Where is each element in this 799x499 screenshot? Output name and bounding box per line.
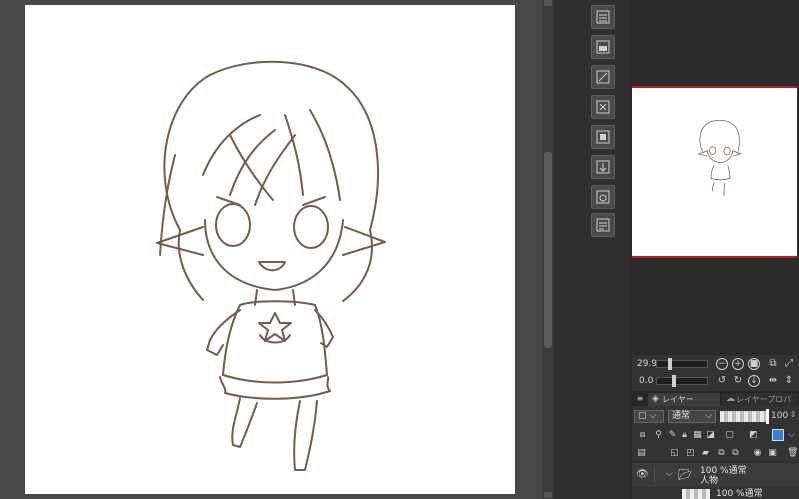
reset-rotation-icon[interactable]: ↓: [748, 375, 760, 387]
zoom-in-icon[interactable]: +: [732, 358, 744, 370]
vector-layer-icon: [596, 70, 610, 84]
lock-transparency-icon[interactable]: ▦: [692, 430, 703, 441]
eye-icon[interactable]: 👁︎: [636, 469, 649, 480]
create-mask-icon[interactable]: ◉: [752, 448, 763, 459]
layer-row[interactable]: 👁︎ ⌵ 📂︎ 100 %通常 人物: [632, 463, 799, 487]
new-folder-button[interactable]: [591, 35, 615, 59]
scrollbar-thumb[interactable]: [544, 152, 552, 348]
scroll-up-arrow-icon[interactable]: [544, 0, 552, 6]
layer-row[interactable]: 100 %通常: [632, 487, 799, 499]
scroll-down-arrow-icon[interactable]: [544, 492, 552, 498]
drawing-canvas[interactable]: [25, 5, 515, 494]
tab-layer-property[interactable]: ☁ レイヤープロパティ: [722, 393, 798, 417]
tab-layer[interactable]: ◈ レイヤー: [648, 393, 720, 406]
new-folder-icon[interactable]: ▰: [700, 448, 711, 459]
new-raster-layer-icon[interactable]: ◱: [669, 448, 680, 459]
layer-name: 人物: [700, 476, 719, 486]
rotation-slider-knob[interactable]: [672, 375, 676, 387]
zoom-slider-knob[interactable]: [668, 358, 672, 370]
selection-layer-icon[interactable]: ▢: [724, 430, 735, 441]
fit-screen-icon[interactable]: ⤢: [783, 358, 795, 370]
fit-window-icon[interactable]: ⧉: [767, 358, 779, 370]
blend-mode-value: 通常: [672, 411, 691, 421]
layer-list-view-icon[interactable]: ▤: [636, 448, 647, 459]
merge-down-icon[interactable]: ⧉: [730, 448, 741, 459]
opacity-value[interactable]: 100: [771, 411, 788, 421]
blend-mode-dropdown[interactable]: 通常 ⌵: [668, 410, 716, 423]
zoom-value[interactable]: 29.9: [637, 359, 657, 369]
opacity-slider[interactable]: [720, 411, 768, 422]
navigator-thumbnail: [697, 120, 742, 197]
new-raster-layer-button[interactable]: [591, 5, 615, 29]
rotate-right-icon[interactable]: ↻: [732, 375, 744, 387]
layer-icon: [596, 10, 610, 24]
chevron-down-icon: ⌵: [705, 411, 712, 421]
layer-mask-button[interactable]: [591, 125, 615, 149]
new-vector-layer-icon[interactable]: ◰: [685, 448, 696, 459]
new-vector-layer-button[interactable]: [591, 65, 615, 89]
opacity-slider-knob[interactable]: [766, 409, 769, 424]
transform-icon: [596, 100, 610, 114]
reference-icon[interactable]: ⚲: [653, 430, 664, 441]
camera-icon: [596, 190, 610, 204]
layer-color-swatch[interactable]: [772, 429, 784, 441]
flip-vertical-icon[interactable]: ⇕: [783, 375, 795, 387]
ruler-icon[interactable]: ◩: [748, 430, 759, 441]
merge-layer-button[interactable]: [591, 155, 615, 179]
zoom-out-icon[interactable]: −: [716, 358, 728, 370]
property-icon: ☁: [726, 394, 735, 404]
clip-layer-icon[interactable]: ⧈: [637, 430, 648, 441]
layer-mask-icon: [596, 130, 610, 144]
flip-horizontal-icon[interactable]: ⇹: [767, 375, 779, 387]
copy-layer-icon[interactable]: ⧉: [716, 448, 727, 459]
layer-folder-icon: [596, 40, 610, 54]
reference-layer-button[interactable]: [591, 213, 615, 237]
mask-toggle-icon[interactable]: ◪: [705, 430, 716, 441]
apply-mask-icon[interactable]: ▣: [767, 448, 778, 459]
panel-menu-icon[interactable]: ≡: [634, 393, 646, 405]
layer-opacity-mode: 100 %通常: [700, 466, 747, 476]
opacity-stepper-icon[interactable]: ⇳: [787, 409, 799, 421]
rotate-left-icon[interactable]: ↺: [716, 375, 728, 387]
rotation-slider[interactable]: [656, 377, 708, 385]
folder-icon: 📂︎: [678, 468, 692, 481]
chevron-down-icon[interactable]: ⌵: [666, 469, 673, 479]
actual-size-icon[interactable]: ■: [748, 358, 760, 370]
layer-edit-target[interactable]: [654, 467, 665, 483]
transform-button[interactable]: [591, 95, 615, 119]
layer-opacity-mode: 100 %通常: [716, 489, 763, 499]
layer-stack-icon: ◈: [652, 394, 659, 404]
tab-layer-label: レイヤー: [662, 395, 694, 404]
snapshot-button[interactable]: [591, 185, 615, 209]
chevron-down-icon[interactable]: ⌵: [786, 430, 797, 441]
draft-layer-icon[interactable]: ✎: [667, 430, 678, 441]
reference-layer-icon: [596, 218, 610, 232]
layer-thumbnail: [682, 489, 710, 499]
trash-icon[interactable]: 🗑︎: [787, 448, 798, 459]
layer-type-dropdown[interactable]: ▢ ⌵: [634, 410, 664, 423]
zoom-slider[interactable]: [656, 360, 708, 368]
navigator-preview[interactable]: [632, 86, 797, 258]
merge-layer-icon: [596, 160, 610, 174]
rotation-value[interactable]: 0.0: [639, 376, 653, 386]
lock-icon[interactable]: 🔒︎: [679, 430, 690, 441]
character-line-art: [156, 60, 386, 471]
